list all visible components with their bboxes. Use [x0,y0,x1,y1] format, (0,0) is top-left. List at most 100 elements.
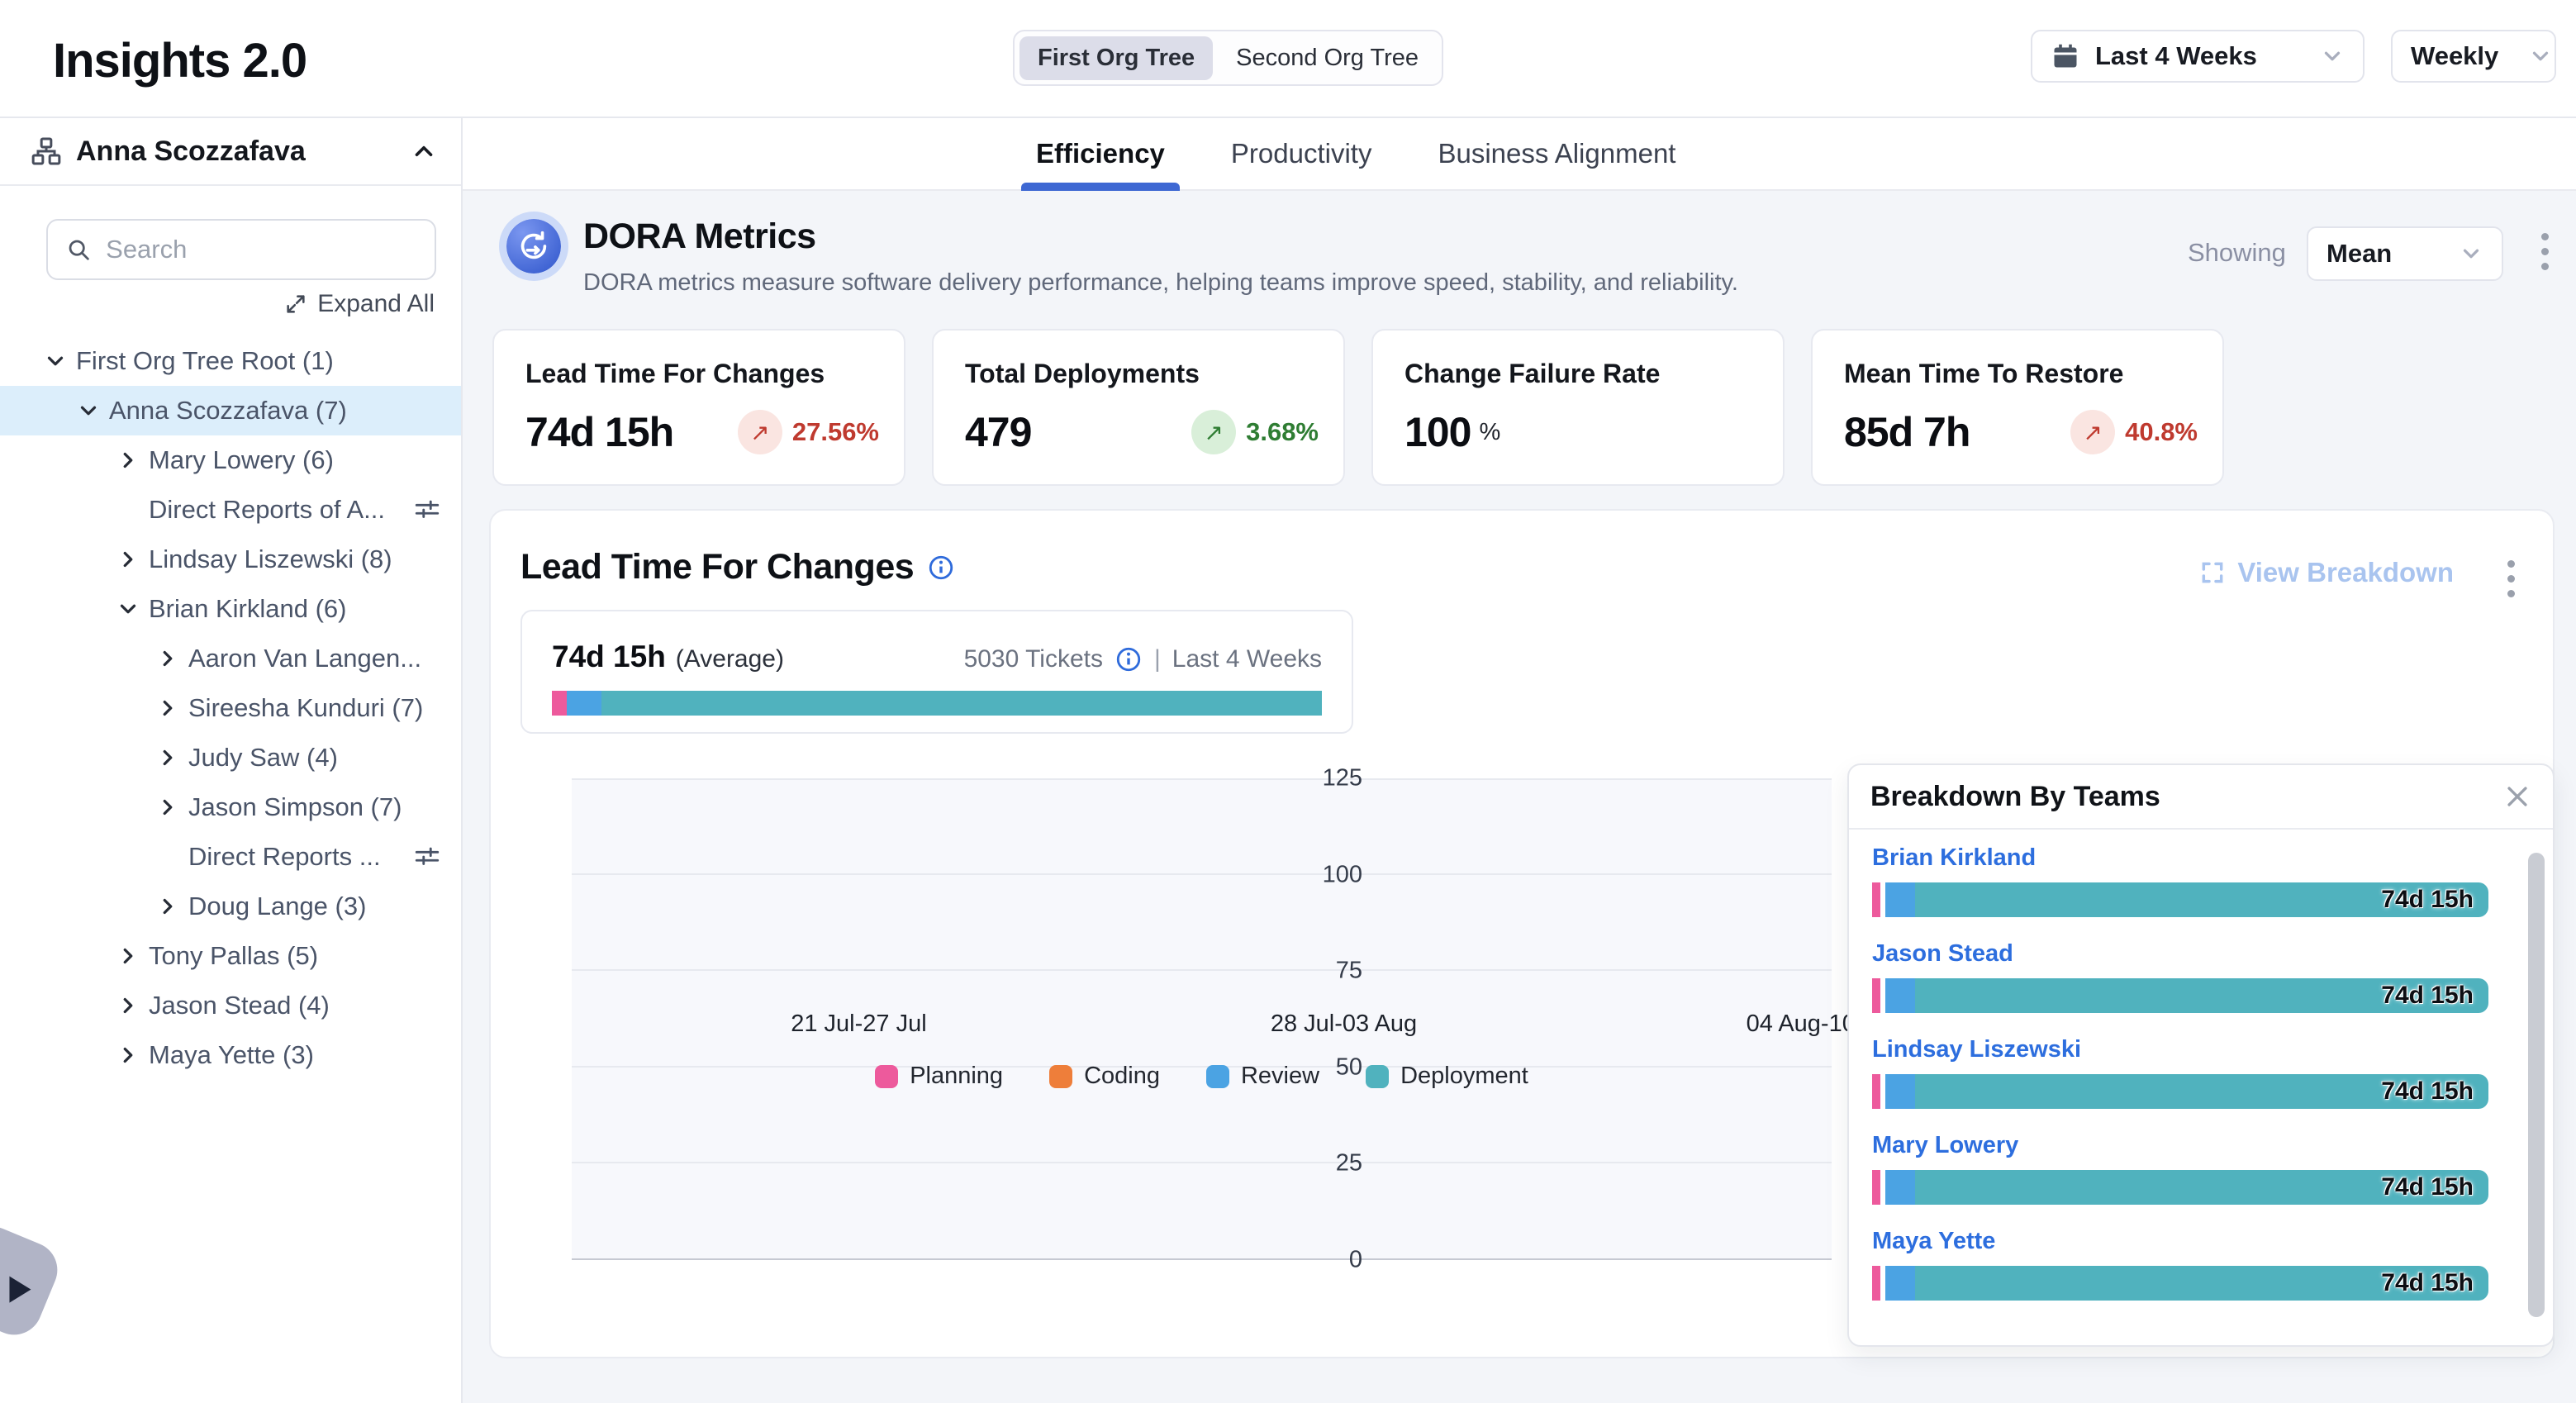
metric-card-total-deployments: Total Deployments 479 ↗ 3.68% [932,329,1345,486]
expand-corners-icon [2199,559,2226,586]
top-header: Insights 2.0 First Org Tree Second Org T… [0,0,2576,118]
tree-item-maya-yette[interactable]: Maya Yette (3) [0,1030,461,1080]
team-bar-segment-review [1885,1170,1915,1205]
team-link[interactable]: Lindsay Liszewski [1872,1036,2081,1063]
chevron-right-icon[interactable] [116,448,140,473]
sidebar-search [46,219,436,280]
toggle-first-org-tree[interactable]: First Org Tree [1019,36,1213,80]
gridline [572,873,1832,875]
chevron-down-icon[interactable] [43,349,68,373]
collapse-chevron-icon[interactable] [410,137,438,165]
metric-card-change-failure-rate: Change Failure Rate 100 % [1371,329,1785,486]
metric-delta-badge: ↗ 3.68% [1191,410,1319,454]
trend-up-arrow-icon: ↗ [1191,410,1236,454]
chevron-down-icon [2459,241,2483,266]
tree-item-label: Direct Reports ... [188,842,381,872]
chevron-right-icon[interactable] [155,745,180,770]
section-title: Lead Time For Changes [520,547,914,587]
tree-item-lindsay-liszewski[interactable]: Lindsay Liszewski (8) [0,535,461,584]
tree-item-label: Jason Stead (4) [149,991,330,1020]
dora-cycle-icon [499,212,568,281]
planning-swatch [875,1065,898,1088]
toggle-second-org-tree[interactable]: Second Org Tree [1218,36,1437,80]
expand-all-label: Expand All [317,290,435,318]
summary-segment-review [567,691,601,716]
summary-range: Last 4 Weeks [1172,645,1322,673]
gridline [572,969,1832,971]
tree-item-label: Aaron Van Langen... [188,644,421,673]
tree-item-judy-saw[interactable]: Judy Saw (4) [0,733,461,782]
filter-sliders-icon[interactable] [413,843,441,871]
sidebar-user-name: Anna Scozzafava [76,136,397,168]
tree-item-jason-stead[interactable]: Jason Stead (4) [0,981,461,1030]
tree-item-brian-kirkland[interactable]: Brian Kirkland (6) [0,584,461,634]
chevron-right-icon[interactable] [116,993,140,1018]
summary-suffix: (Average) [676,645,784,673]
tab-efficiency[interactable]: Efficiency [1029,118,1172,189]
list-item: Maya Yette 74d 15h [1872,1228,2488,1324]
scrollbar-thumb[interactable] [2528,853,2545,1317]
chevron-down-icon[interactable] [76,398,101,423]
team-bar-segment-planning [1872,1074,1880,1109]
section-kebab-menu[interactable] [2507,560,2515,597]
metric-delta: 27.56% [792,417,879,447]
chevron-right-icon[interactable] [116,1043,140,1068]
tree-item-label: Mary Lowery (6) [149,445,334,475]
metric-title: Mean Time To Restore [1844,359,2191,389]
tree-item-doug-lange[interactable]: Doug Lange (3) [0,882,461,931]
team-link[interactable]: Mary Lowery [1872,1132,2018,1158]
chevron-down-icon [2528,44,2553,69]
metric-title: Lead Time For Changes [525,359,872,389]
view-breakdown-button[interactable]: View Breakdown [2199,557,2454,588]
tree-item-mary-lowery[interactable]: Mary Lowery (6) [0,435,461,485]
chevron-right-icon[interactable] [116,547,140,572]
tree-item-label: Maya Yette (3) [149,1040,314,1070]
team-link[interactable]: Brian Kirkland [1872,844,2036,871]
tree-item-anna-scozzafava[interactable]: Anna Scozzafava (7) [0,386,461,435]
chevron-right-icon[interactable] [155,646,180,671]
tree-item-label: Anna Scozzafava (7) [109,396,347,426]
gridline [572,778,1832,780]
view-breakdown-label: View Breakdown [2237,557,2454,588]
chevron-right-icon[interactable] [155,795,180,820]
info-icon[interactable] [927,554,955,582]
team-bar-segment-planning [1872,882,1880,917]
search-icon [66,235,91,264]
tree-item-direct-reports[interactable]: Direct Reports ... [0,832,461,882]
chevron-right-icon[interactable] [155,696,180,721]
team-link[interactable]: Jason Stead [1872,940,2013,967]
metric-value: 479 [965,408,1031,456]
tree-item-direct-reports-of-a[interactable]: Direct Reports of A... [0,485,461,535]
tree-item-aaron-van-langen[interactable]: Aaron Van Langen... [0,634,461,683]
y-tick-label: 125 [1305,765,1362,792]
filter-sliders-icon[interactable] [413,496,441,524]
info-icon[interactable] [1115,645,1143,673]
tree-item-jason-simpson[interactable]: Jason Simpson (7) [0,782,461,832]
tab-productivity[interactable]: Productivity [1224,118,1379,189]
deployment-swatch [1366,1065,1389,1088]
search-input[interactable] [106,235,416,264]
team-link[interactable]: Maya Yette [1872,1228,1995,1254]
chevron-right-icon[interactable] [116,944,140,968]
tree-item-first-org-tree-root[interactable]: First Org Tree Root (1) [0,336,461,386]
tab-label: Productivity [1231,138,1372,169]
summary-tickets: 5030 Tickets [964,645,1103,673]
tree-item-label: First Org Tree Root (1) [76,346,334,376]
tab-label: Efficiency [1036,138,1165,169]
tree-item-tony-pallas[interactable]: Tony Pallas (5) [0,931,461,981]
granularity-select[interactable]: Weekly [2391,30,2556,83]
tab-business-alignment[interactable]: Business Alignment [1431,118,1682,189]
sidebar-user-header[interactable]: Anna Scozzafava [0,118,461,186]
tree-item-sireesha-kunduri[interactable]: Sireesha Kunduri (7) [0,683,461,733]
showing-mean-select[interactable]: Mean [2307,226,2503,281]
close-icon[interactable] [2503,782,2531,811]
team-bar-segment-planning [1872,1266,1880,1301]
expand-all-button[interactable]: Expand All [284,290,435,318]
chevron-down-icon[interactable] [116,597,140,621]
app-title: Insights 2.0 [53,33,307,88]
date-range-select[interactable]: Last 4 Weeks [2031,30,2365,83]
dora-kebab-menu[interactable] [2541,233,2549,270]
metric-card-mean-time-to-restore: Mean Time To Restore 85d 7h ↗ 40.8% [1811,329,2224,486]
chevron-right-icon[interactable] [155,894,180,919]
team-bar-segment-review [1885,1074,1915,1109]
